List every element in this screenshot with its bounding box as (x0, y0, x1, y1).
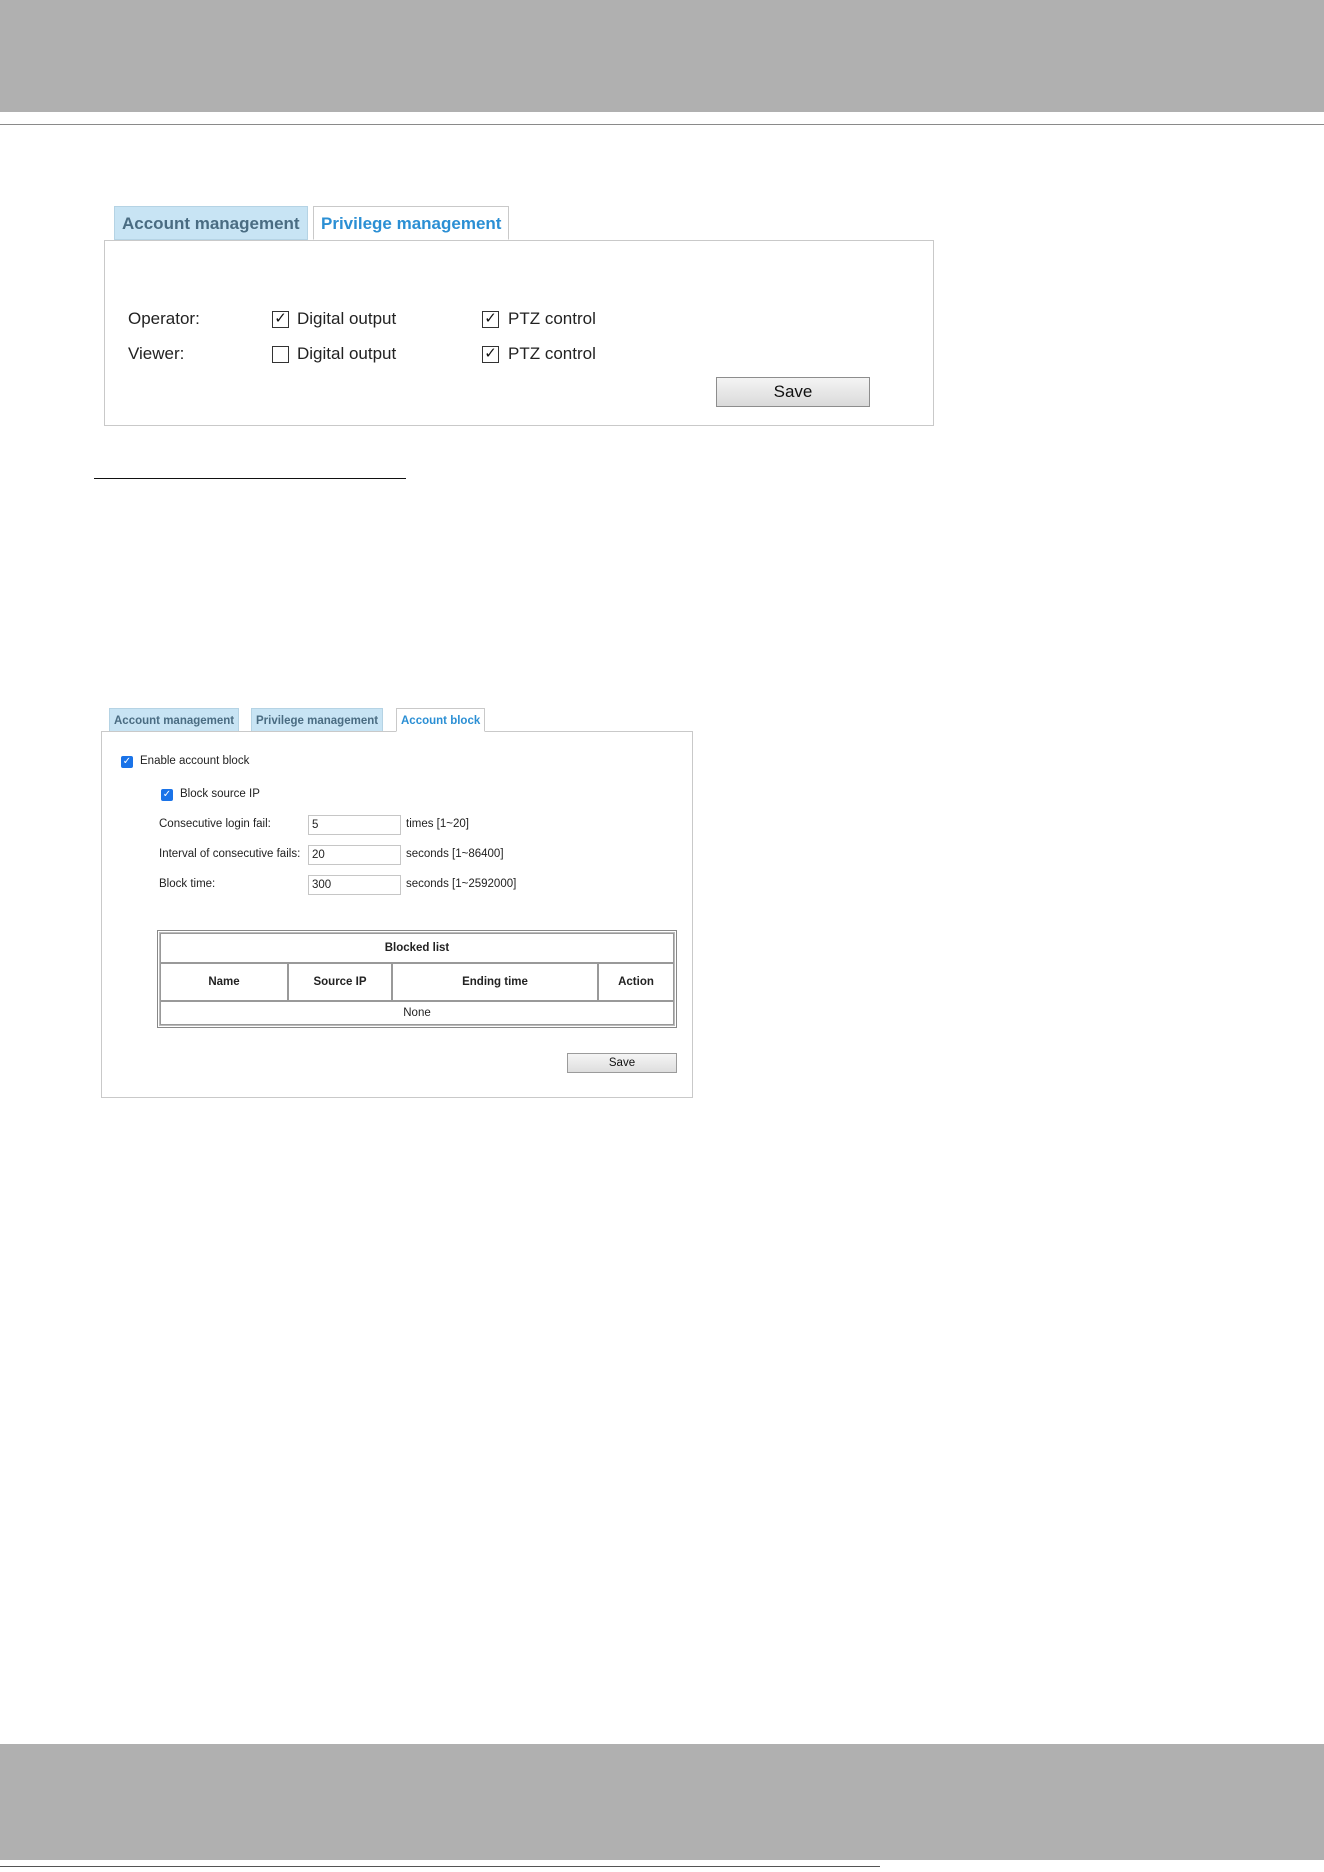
viewer-ptz-control-checkbox[interactable]: ✓ (482, 346, 499, 363)
interval-consecutive-fails-unit: seconds [1~86400] (406, 848, 504, 860)
operator-ptz-control-label: PTZ control (508, 309, 596, 328)
operator-digital-output-label: Digital output (297, 309, 397, 328)
account-block-panel (101, 731, 693, 1098)
header-divider (0, 124, 1324, 125)
privilege-save-button[interactable]: Save (716, 377, 870, 407)
viewer-ptz-control-label: PTZ control (508, 344, 596, 363)
block-time-unit: seconds [1~2592000] (406, 878, 517, 890)
block-time-label: Block time: (159, 878, 216, 890)
blocked-list-empty-row: None (160, 1001, 674, 1025)
tab-privilege-management-small[interactable]: Privilege management (251, 708, 384, 732)
blocked-list-table: Blocked list Name Source IP Ending time … (157, 930, 677, 1028)
account-block-save-button[interactable]: Save (567, 1053, 677, 1073)
section-underline (94, 478, 406, 479)
enable-account-block-label: Enable account block (140, 755, 250, 767)
consecutive-login-fail-unit: times [1~20] (406, 818, 469, 830)
tab-account-block[interactable]: Account block (396, 708, 486, 732)
page-footer-band (0, 1744, 1324, 1860)
block-source-ip-checkbox[interactable]: ✓ (161, 789, 173, 801)
blocked-list-title: Blocked list (160, 933, 674, 963)
operator-ptz-control-checkbox[interactable]: ✓ (482, 311, 499, 328)
footer-divider (0, 1866, 880, 1867)
tab-account-management-small[interactable]: Account management (109, 708, 240, 732)
interval-consecutive-fails-label: Interval of consecutive fails: (159, 848, 301, 860)
column-header-ending-time: Ending time (392, 963, 598, 1001)
block-source-ip-label: Block source IP (180, 788, 260, 800)
consecutive-login-fail-label: Consecutive login fail: (159, 818, 271, 830)
page-header-band (0, 0, 1324, 112)
enable-account-block-checkbox[interactable]: ✓ (121, 756, 133, 768)
consecutive-login-fail-input[interactable]: 5 (308, 815, 401, 835)
column-header-source-ip: Source IP (288, 963, 392, 1001)
interval-consecutive-fails-input[interactable]: 20 (308, 845, 401, 865)
viewer-label: Viewer: (128, 344, 185, 363)
block-time-input[interactable]: 300 (308, 875, 401, 895)
operator-digital-output-checkbox[interactable]: ✓ (272, 311, 289, 328)
column-header-action: Action (598, 963, 674, 1001)
tab-account-management[interactable]: Account management (114, 206, 308, 240)
viewer-digital-output-checkbox[interactable] (272, 346, 289, 363)
viewer-digital-output-label: Digital output (297, 344, 397, 363)
column-header-name: Name (160, 963, 288, 1001)
operator-label: Operator: (128, 309, 200, 328)
tab-privilege-management[interactable]: Privilege management (313, 206, 510, 240)
